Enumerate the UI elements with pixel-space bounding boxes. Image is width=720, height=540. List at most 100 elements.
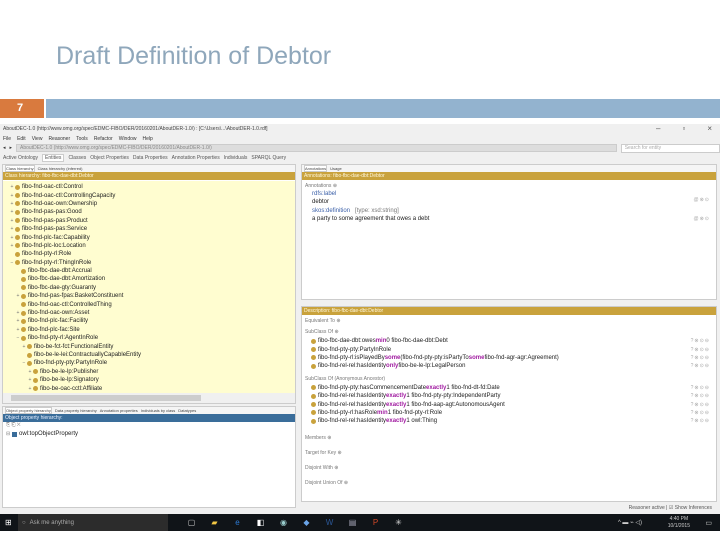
table-row[interactable]: fibo-fnd-rel-rel:hasIdentity exactly 1 o… bbox=[302, 417, 716, 425]
table-row[interactable]: fibo-fnd-rel-rel:hasIdentity only fibo-b… bbox=[302, 362, 716, 370]
add-icon[interactable]: ⊕ bbox=[338, 450, 342, 456]
forward-icon[interactable]: ▸ bbox=[10, 145, 13, 151]
tree-item[interactable]: + fibo-fnd-plc-loc:Location bbox=[3, 242, 295, 250]
taskbar-store-icon[interactable]: ◧ bbox=[252, 514, 269, 531]
menu-reasoner[interactable]: Reasoner bbox=[48, 136, 70, 142]
tree-item[interactable]: + fibo-fnd-pas-pas:Product bbox=[3, 217, 295, 225]
row-actions-icon[interactable]: ?⊗⊙⊖ bbox=[691, 418, 710, 424]
tab-data-property-hierarchy[interactable]: Data property hierarchy bbox=[55, 408, 97, 413]
tree-item[interactable]: + fibo-be-le-lp:Publisher bbox=[3, 368, 295, 376]
tree-item[interactable]: + fibo-fnd-pas-fpas:BasketConstituent bbox=[3, 292, 295, 300]
tab-class-hierarchy-inferred-[interactable]: Class hierarchy (inferred) bbox=[38, 166, 83, 171]
row-actions-icon[interactable]: ?⊗⊙⊖ bbox=[691, 347, 710, 353]
tree-item[interactable]: fibo-fnd-oac-ctl:ControlledThing bbox=[3, 300, 295, 308]
menu-tools[interactable]: Tools bbox=[76, 136, 88, 142]
row-actions-icon[interactable]: ?⊗⊙⊖ bbox=[691, 410, 710, 416]
row-actions-icon[interactable]: ?⊗⊙⊖ bbox=[691, 363, 710, 369]
tab-active-ontology[interactable]: Active Ontology bbox=[3, 155, 38, 161]
tab-data-properties[interactable]: Data Properties bbox=[133, 155, 168, 161]
tree-item[interactable]: + fibo-fnd-plc-fac:Site bbox=[3, 326, 295, 334]
add-icon[interactable]: ⊕ bbox=[344, 480, 348, 486]
tree-item[interactable]: + fibo-be-oac-cctl:Affiliate bbox=[3, 384, 295, 392]
row-actions-icon[interactable]: ?⊗⊙⊖ bbox=[691, 338, 710, 344]
horizontal-scrollbar[interactable] bbox=[3, 393, 295, 403]
action-center-icon[interactable]: ▭ bbox=[705, 519, 712, 527]
row-actions-icon[interactable]: ?⊗⊙⊖ bbox=[691, 355, 710, 361]
tree-item[interactable]: − fibo-fnd-pty-rl:AgentInRole bbox=[3, 334, 295, 342]
annotation-key[interactable]: skos:definition [type: xsd:string] bbox=[302, 208, 716, 216]
menu-refactor[interactable]: Refactor bbox=[94, 136, 113, 142]
menu-file[interactable]: File bbox=[3, 136, 11, 142]
annotation-actions[interactable]: @⊗⊙ bbox=[694, 216, 710, 222]
tab-annotations[interactable]: Annotations bbox=[304, 165, 328, 172]
tree-item[interactable]: fibo-be-le-lei:ContractuallyCapableEntit… bbox=[3, 351, 295, 359]
tab-individuals-by-class[interactable]: Individuals by class bbox=[141, 408, 175, 413]
add-icon[interactable]: ⊕ bbox=[334, 465, 338, 471]
tree-item[interactable]: + fibo-be-le-lp:Signatory bbox=[3, 376, 295, 384]
tree-item[interactable]: fibo-fbc-dae-dbt:Amortization bbox=[3, 275, 295, 283]
menu-view[interactable]: View bbox=[32, 136, 43, 142]
tab-annotation-properties[interactable]: Annotation Properties bbox=[172, 155, 220, 161]
clock[interactable]: 4:40 PM 10/1/2015 bbox=[668, 516, 690, 530]
tree-item[interactable]: + fibo-be-fct-fct:FunctionalEntity bbox=[3, 342, 295, 350]
table-row[interactable]: fibo-fnd-rel-rel:hasIdentity exactly 1 f… bbox=[302, 400, 716, 408]
taskbar-edge-icon[interactable]: e bbox=[229, 514, 246, 531]
menu-window[interactable]: Window bbox=[119, 136, 137, 142]
add-icon[interactable]: ⊕ bbox=[336, 318, 340, 324]
tab-sparql-query[interactable]: SPARQL Query bbox=[251, 155, 286, 161]
add-icon[interactable]: ⊕ bbox=[333, 183, 337, 189]
taskbar-notepad-icon[interactable]: ▤ bbox=[344, 514, 361, 531]
tree-item[interactable]: + fibo-fnd-plc-fac:Facility bbox=[3, 317, 295, 325]
show-inferences-checkbox[interactable]: ☑ Show Inferences bbox=[669, 505, 712, 511]
maximize-button[interactable]: ▫ bbox=[682, 124, 685, 133]
tree-item[interactable]: + fibo-fnd-oac-ctl:Control bbox=[3, 183, 295, 191]
row-actions-icon[interactable]: ?⊗⊙⊖ bbox=[691, 393, 710, 399]
tree-item[interactable]: + fibo-fnd-oac-ctl:ControllingCapacity bbox=[3, 191, 295, 199]
taskbar-outlook-icon[interactable]: ◆ bbox=[298, 514, 315, 531]
tree-item[interactable]: + fibo-fnd-pas-pas:Good bbox=[3, 208, 295, 216]
menu-edit[interactable]: Edit bbox=[17, 136, 26, 142]
tree-item[interactable]: + fibo-fnd-plc-fac:Capability bbox=[3, 233, 295, 241]
tab-object-property-hierarchy[interactable]: Object property hierarchy bbox=[5, 407, 52, 414]
taskbar-chrome-icon[interactable]: ◉ bbox=[275, 514, 292, 531]
tree-item[interactable]: fibo-fbc-dae-gty:Guaranty bbox=[3, 284, 295, 292]
tab-class-hierarchy[interactable]: Class hierarchy bbox=[5, 165, 35, 172]
scroll-thumb[interactable] bbox=[11, 395, 201, 401]
tab-entities[interactable]: Entities bbox=[42, 154, 65, 162]
taskbar-task-view-icon[interactable]: ▢ bbox=[183, 514, 200, 531]
tab-annotation-properties[interactable]: Annotation properties bbox=[100, 408, 138, 413]
list-item[interactable]: ⊟ owl:topObjectProperty bbox=[3, 430, 295, 438]
back-icon[interactable]: ◂ bbox=[3, 145, 6, 151]
table-row[interactable]: fibo-fnd-pty-pty:PartyInRole ?⊗⊙⊖ bbox=[302, 345, 716, 353]
taskbar-powerpoint-icon[interactable]: P bbox=[367, 514, 384, 531]
system-tray-icons[interactable]: ^ ▬ ⌁ ◁) bbox=[618, 519, 642, 526]
row-actions-icon[interactable]: ?⊗⊙⊖ bbox=[691, 385, 710, 391]
windows-start-icon[interactable]: ⊞ bbox=[5, 518, 12, 527]
table-row[interactable]: fibo-fnd-rel-rel:hasIdentity exactly 1 f… bbox=[302, 392, 716, 400]
tab-object-properties[interactable]: Object Properties bbox=[90, 155, 129, 161]
annotation-actions[interactable]: @⊗⊙ bbox=[694, 197, 710, 203]
ontology-address[interactable]: AboutDEC-1.0 (http://www.omg.org/spec/ED… bbox=[16, 144, 617, 152]
add-icon[interactable]: ⊕ bbox=[327, 435, 331, 441]
tree-item[interactable]: + fibo-fnd-oac-own:Ownership bbox=[3, 200, 295, 208]
entity-search-input[interactable]: Search for entity bbox=[620, 143, 720, 153]
minimize-button[interactable]: – bbox=[656, 124, 660, 133]
taskbar-file-explorer-icon[interactable]: ▰ bbox=[206, 514, 223, 531]
taskbar-protege-icon[interactable]: ✳ bbox=[390, 514, 407, 531]
tab-usage[interactable]: Usage bbox=[330, 166, 342, 171]
annotation-key[interactable]: rdfs:label bbox=[302, 191, 716, 199]
row-actions-icon[interactable]: ?⊗⊙⊖ bbox=[691, 402, 710, 408]
tab-datatypes[interactable]: Datatypes bbox=[178, 408, 196, 413]
tree-item[interactable]: fibo-fnd-pty-rl:Role bbox=[3, 250, 295, 258]
tree-item[interactable]: fibo-fbc-dae-dbt:Accrual bbox=[3, 267, 295, 275]
cortana-search[interactable]: ○ Ask me anything bbox=[18, 514, 168, 531]
tree-item[interactable]: + fibo-fnd-pas-pas:Service bbox=[3, 225, 295, 233]
close-button[interactable]: × bbox=[707, 124, 712, 133]
table-row[interactable]: fibo-fnd-pty-pty:hasCommencementDate exa… bbox=[302, 384, 716, 392]
add-icon[interactable]: ⊕ bbox=[334, 329, 338, 335]
taskbar-word-icon[interactable]: W bbox=[321, 514, 338, 531]
tree-item[interactable]: + fibo-fnd-oac-own:Asset bbox=[3, 309, 295, 317]
menu-help[interactable]: Help bbox=[143, 136, 153, 142]
tree-item[interactable]: − fibo-fnd-pty-pty:PartyInRole bbox=[3, 359, 295, 367]
table-row[interactable]: fibo-fbc-dae-dbt:owes min 0 fibo-fbc-dae… bbox=[302, 337, 716, 345]
